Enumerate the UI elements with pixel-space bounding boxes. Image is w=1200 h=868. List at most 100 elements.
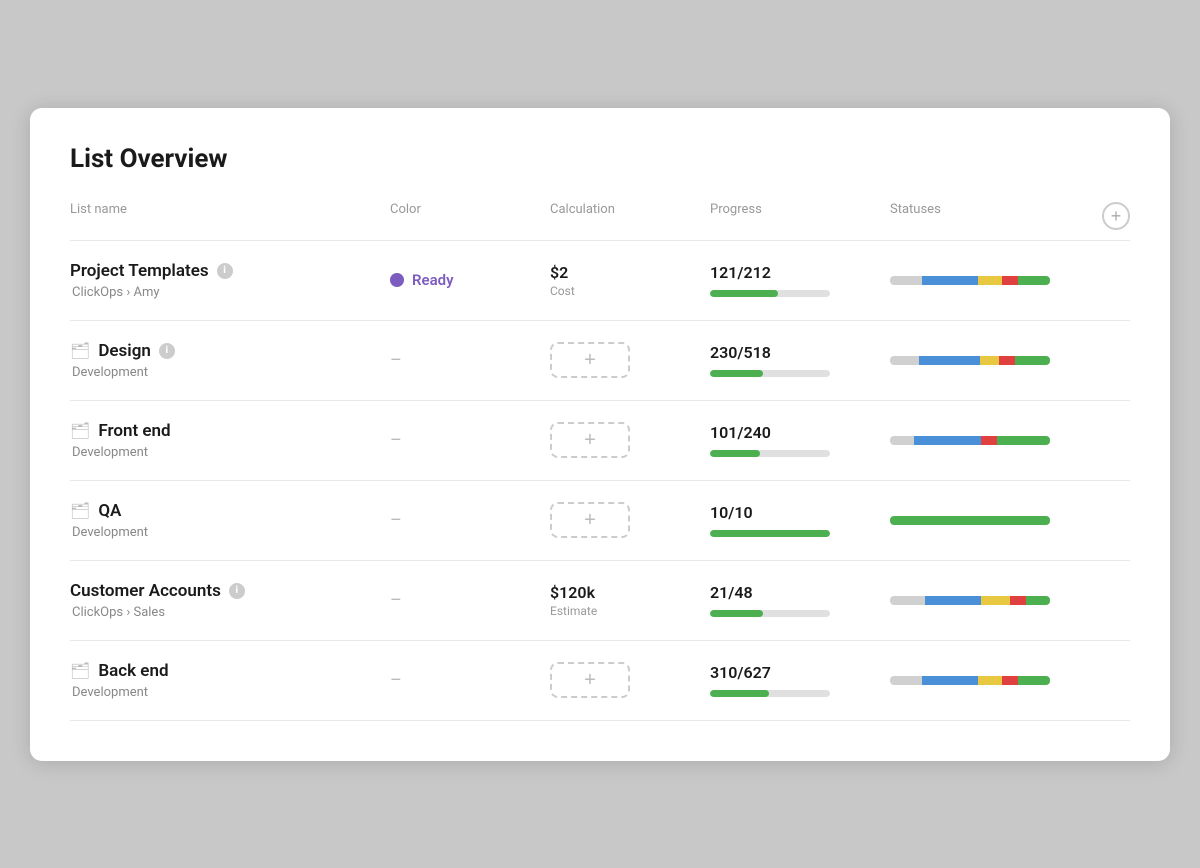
color-cell: Ready [390, 271, 550, 289]
status-segment [919, 356, 980, 365]
color-cell: – [390, 430, 550, 451]
add-calculation-button[interactable]: + [550, 502, 630, 538]
status-segment [890, 356, 919, 365]
status-segment [890, 596, 925, 605]
table-body: Project Templates i ClickOps › Amy Ready $2C… [70, 241, 1130, 721]
row-name-cell: 🗂Front endDevelopment [70, 421, 390, 460]
row-breadcrumb: Development [70, 685, 390, 700]
row-name-title: Project Templates [70, 261, 209, 281]
progress-bar-fill [710, 370, 763, 377]
status-segment [925, 596, 981, 605]
color-dash: – [390, 590, 402, 611]
row-name-title: Front end [98, 421, 170, 441]
progress-cell: 230/518 [710, 343, 890, 377]
folder-icon: 🗂 [70, 661, 90, 680]
table-row: Customer AccountsiClickOps › Sales–$120k… [70, 561, 1130, 641]
status-cell [890, 276, 1090, 285]
calc-cell: $120k Estimate [550, 583, 710, 618]
row-name-cell: 🗂 Back end Development [70, 661, 390, 700]
col-header-progress: Progress [710, 202, 890, 230]
status-segment [890, 516, 1050, 525]
table-row: Project Templates i ClickOps › Amy Ready $2C… [70, 241, 1130, 321]
progress-bar [710, 690, 830, 697]
color-cell: – [390, 350, 550, 371]
progress-cell: 21/48 [710, 583, 890, 617]
calc-cell: + [550, 422, 710, 458]
status-segment [1015, 356, 1050, 365]
status-bar [890, 596, 1050, 605]
table-row: 🗂 Back end Development– +310/627 [70, 641, 1130, 721]
progress-fraction: 101/240 [710, 423, 890, 442]
col-header-add: + [1090, 202, 1130, 230]
page-title: List Overview [70, 144, 1130, 174]
progress-fraction: 121/212 [710, 263, 890, 282]
calc-value: $120k [550, 583, 710, 602]
status-segment [922, 676, 978, 685]
progress-fraction: 21/48 [710, 583, 890, 602]
row-breadcrumb: ClickOps › Sales [70, 605, 390, 620]
color-dot [390, 273, 404, 287]
col-header-calculation: Calculation [550, 202, 710, 230]
color-dash: – [390, 430, 402, 451]
status-segment [914, 436, 981, 445]
status-cell [890, 676, 1090, 685]
table-row: 🗂 QA Development– +10/10 [70, 481, 1130, 561]
add-calculation-button[interactable]: + [550, 662, 630, 698]
calc-cell: $2Cost [550, 263, 710, 298]
progress-bar-fill [710, 530, 830, 537]
color-cell: – [390, 510, 550, 531]
info-icon[interactable]: i [229, 583, 245, 599]
row-breadcrumb: ClickOps › Amy [70, 285, 390, 300]
status-segment [1018, 676, 1050, 685]
status-cell [890, 596, 1090, 605]
status-segment [890, 276, 922, 285]
add-column-button[interactable]: + [1102, 202, 1130, 230]
progress-bar-fill [710, 450, 760, 457]
info-icon[interactable]: i [217, 263, 233, 279]
add-calculation-button[interactable]: + [550, 342, 630, 378]
status-bar [890, 676, 1050, 685]
table-row: 🗂Front endDevelopment–+101/240 [70, 401, 1130, 481]
status-segment [922, 276, 978, 285]
calc-type: Estimate [550, 604, 710, 618]
color-cell: – [390, 590, 550, 611]
progress-bar [710, 290, 830, 297]
color-dash: – [390, 670, 402, 691]
color-dash: – [390, 510, 402, 531]
row-name-title: Back end [98, 661, 168, 681]
status-segment [978, 676, 1002, 685]
folder-icon: 🗂 [70, 421, 90, 440]
row-breadcrumb: Development [70, 365, 390, 380]
calc-cell: + [550, 502, 710, 538]
folder-icon: 🗂 [70, 341, 90, 360]
col-header-color: Color [390, 202, 550, 230]
status-bar [890, 516, 1050, 525]
color-label: Ready [412, 271, 454, 289]
color-dash: – [390, 350, 402, 371]
folder-icon: 🗂 [70, 501, 90, 520]
status-bar [890, 356, 1050, 365]
list-overview-card: List Overview List name Color Calculatio… [30, 108, 1170, 761]
table-header: List name Color Calculation Progress Sta… [70, 202, 1130, 241]
status-segment [978, 276, 1002, 285]
info-icon[interactable]: i [159, 343, 175, 359]
color-cell: – [390, 670, 550, 691]
calc-cell: + [550, 342, 710, 378]
progress-bar [710, 370, 830, 377]
progress-bar-fill [710, 290, 778, 297]
status-segment [981, 596, 1010, 605]
row-name-title: QA [98, 501, 121, 521]
status-cell [890, 436, 1090, 445]
progress-fraction: 310/627 [710, 663, 890, 682]
row-breadcrumb: Development [70, 525, 390, 540]
row-name-cell: 🗂 QA Development [70, 501, 390, 540]
add-calculation-button[interactable]: + [550, 422, 630, 458]
progress-bar-fill [710, 690, 769, 697]
status-segment [890, 676, 922, 685]
progress-bar-fill [710, 610, 763, 617]
progress-cell: 10/10 [710, 503, 890, 537]
status-segment [999, 356, 1015, 365]
col-header-name: List name [70, 202, 390, 230]
status-cell [890, 516, 1090, 525]
table-row: 🗂DesigniDevelopment–+230/518 [70, 321, 1130, 401]
